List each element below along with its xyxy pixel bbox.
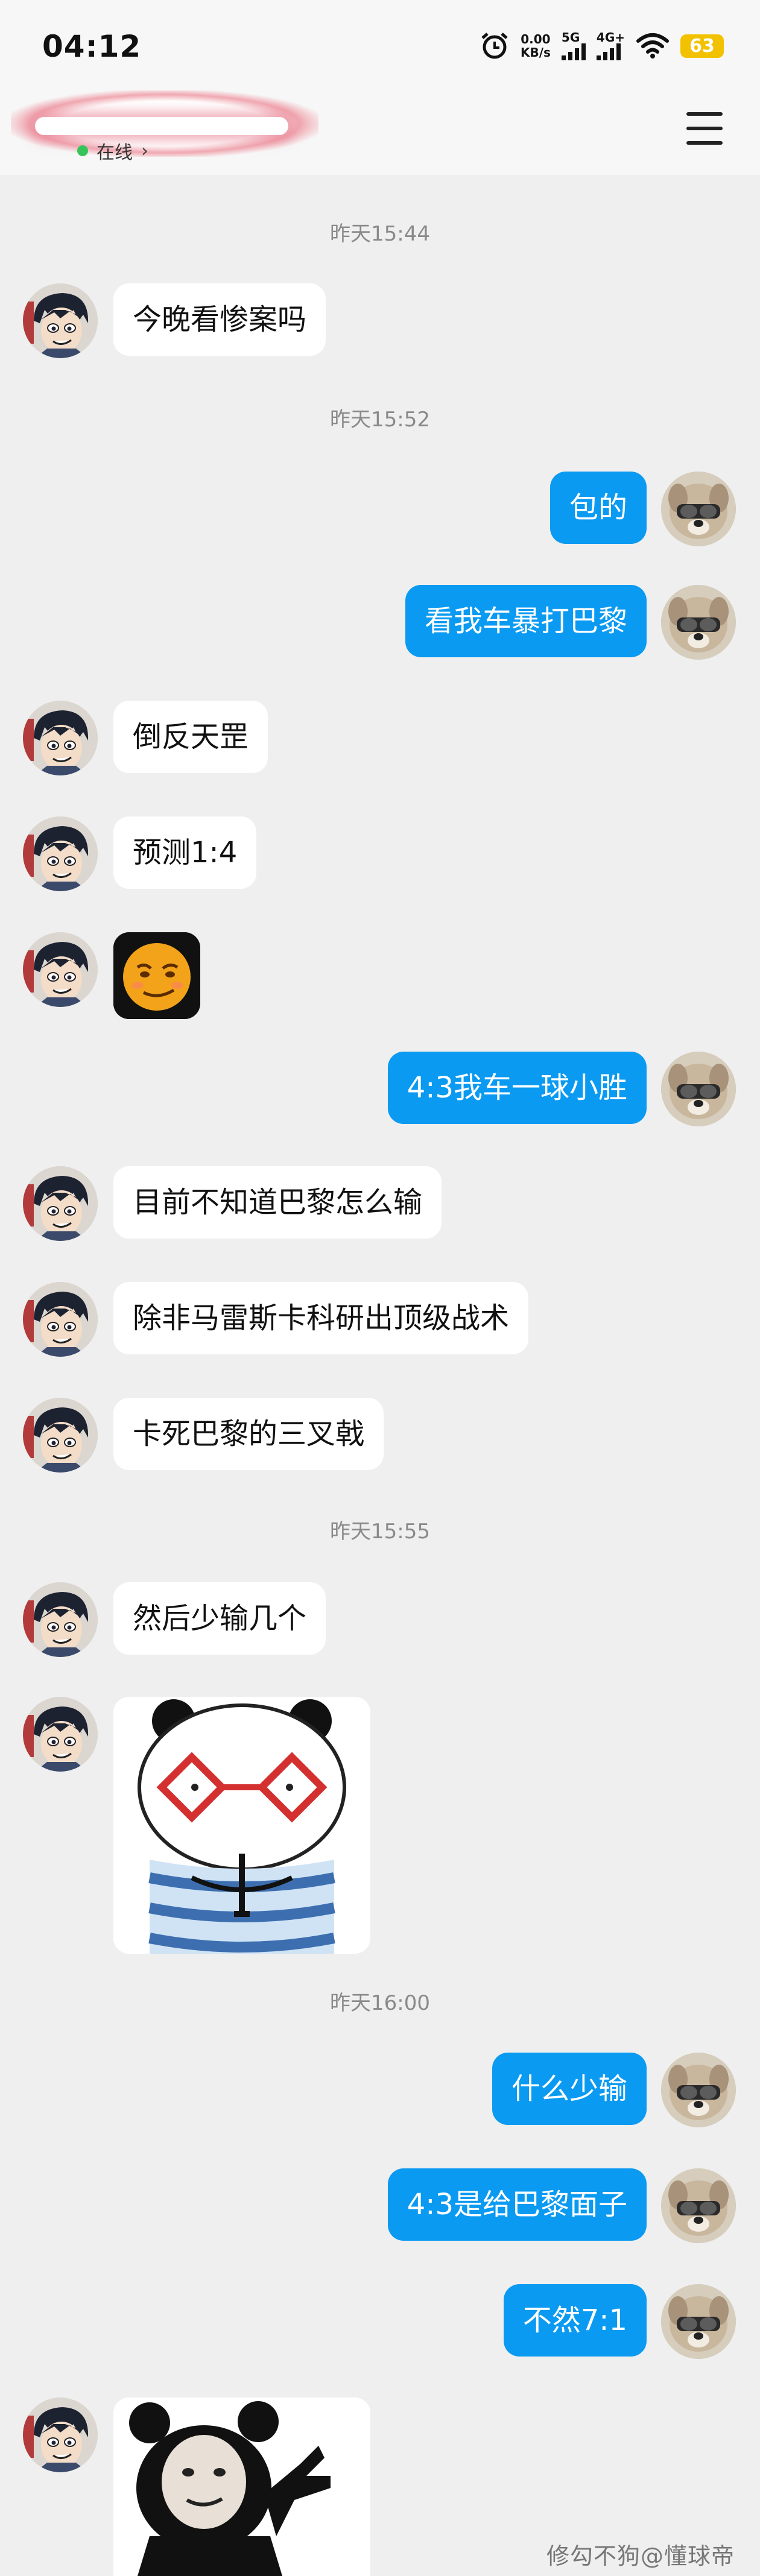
- network-type-label: 4G+: [596, 30, 625, 45]
- message-bubble[interactable]: 看我车暴打巴黎: [405, 585, 647, 657]
- message-bubble[interactable]: 什么少输: [492, 2053, 647, 2125]
- avatar[interactable]: [23, 1697, 98, 1772]
- message-bubble[interactable]: 不然7:1: [503, 2284, 647, 2357]
- avatar[interactable]: [23, 283, 98, 358]
- avatar[interactable]: [23, 2398, 98, 2472]
- message-bubble[interactable]: 包的: [549, 472, 647, 544]
- signal-bars-icon: [596, 43, 621, 60]
- signal-bars-icon: [561, 43, 586, 60]
- alarm-icon: [481, 33, 508, 59]
- timestamp: 昨天16:00: [330, 1991, 430, 2015]
- network-speed-value: 0.00: [521, 32, 551, 46]
- avatar[interactable]: [661, 472, 736, 546]
- timestamp: 昨天15:52: [330, 408, 430, 432]
- avatar[interactable]: [23, 701, 98, 775]
- avatar[interactable]: [23, 932, 98, 1007]
- message-bubble[interactable]: 4:3我车一球小胜: [387, 1052, 647, 1124]
- avatar[interactable]: [661, 585, 736, 660]
- signal-5g: 5G: [561, 30, 586, 60]
- timestamp: 昨天15:55: [330, 1520, 430, 1544]
- avatar[interactable]: [23, 1398, 98, 1473]
- chat-header: 在线 ›: [0, 90, 760, 175]
- watermark: 修勾不狗@懂球帝: [546, 2543, 735, 2569]
- avatar[interactable]: [23, 1166, 98, 1241]
- online-dot-icon: [77, 145, 88, 156]
- avatar[interactable]: [661, 2053, 736, 2127]
- panda-sticker[interactable]: [113, 1697, 370, 1954]
- menu-icon[interactable]: [686, 112, 724, 145]
- message-bubble[interactable]: 然后少输几个: [113, 1582, 326, 1655]
- avatar[interactable]: [23, 1282, 98, 1357]
- contact-name-redacted[interactable]: [11, 90, 318, 157]
- message-bubble[interactable]: 预测1:4: [113, 816, 257, 889]
- avatar[interactable]: [23, 1582, 98, 1657]
- clock: 04:12: [42, 29, 142, 64]
- panda-meme-sticker[interactable]: [113, 2398, 370, 2576]
- signal-4g: 4G+: [596, 30, 625, 60]
- avatar[interactable]: [23, 816, 98, 891]
- message-bubble[interactable]: 4:3是给巴黎面子: [387, 2168, 647, 2241]
- status-bar: 04:12 0.00 KB/s 5G 4G+ 63: [0, 0, 760, 90]
- message-bubble[interactable]: 目前不知道巴黎怎么输: [113, 1166, 442, 1239]
- timestamp: 昨天15:44: [330, 222, 430, 246]
- message-bubble[interactable]: 倒反天罡: [113, 701, 268, 773]
- network-speed: 0.00 KB/s: [521, 33, 551, 59]
- wifi-icon: [636, 33, 669, 58]
- avatar[interactable]: [661, 1052, 736, 1126]
- chevron-right-icon: ›: [141, 140, 148, 162]
- avatar[interactable]: [661, 2168, 736, 2243]
- status-icons: 0.00 KB/s 5G 4G+ 63: [480, 28, 724, 64]
- message-bubble[interactable]: 今晚看惨案吗: [113, 283, 326, 356]
- online-status[interactable]: 在线 ›: [77, 137, 148, 164]
- network-type-label: 5G: [561, 30, 580, 45]
- battery-indicator: 63: [680, 34, 724, 58]
- avatar[interactable]: [661, 2284, 736, 2359]
- message-bubble[interactable]: 除非马雷斯卡科研出顶级战术: [113, 1282, 529, 1354]
- message-bubble[interactable]: 卡死巴黎的三叉戟: [113, 1398, 384, 1470]
- network-speed-unit: KB/s: [520, 45, 551, 60]
- emoji-sticker[interactable]: [113, 932, 200, 1019]
- online-status-label: 在线: [97, 142, 133, 163]
